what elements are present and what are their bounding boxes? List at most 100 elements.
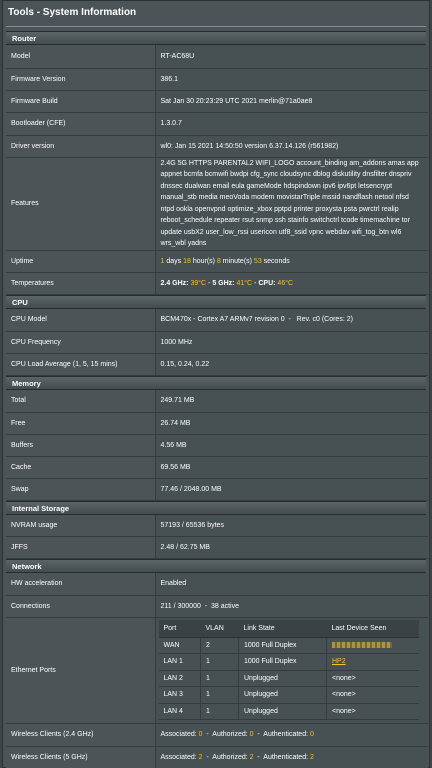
row-value: 77.46 / 2048.00 MB [155, 478, 428, 501]
port-vlan: 2 [200, 637, 239, 654]
port-name: LAN 4 [158, 703, 201, 720]
row-value: 249.71 MB [155, 390, 428, 413]
port-name: LAN 2 [158, 670, 201, 687]
features-value: 2.4G 5G HTTPS PARENTAL2 WIFI_LOGO accoun… [155, 157, 428, 251]
port-row: WAN 2 1000 Full Duplex [158, 637, 419, 654]
row-cpu-model: CPU Model BCM470x - Cortex A7 ARMv7 revi… [6, 308, 428, 332]
uptime-days-unit: days [164, 257, 184, 265]
port-device: <none> [326, 703, 419, 720]
wireless-5-value: Associated: 2 - Authorized: 2 - Authenti… [155, 746, 428, 768]
col-port: Port [158, 620, 201, 638]
row-mem-total: Total 249.71 MB [6, 390, 428, 413]
uptime-seconds-unit: seconds [261, 257, 290, 265]
row-value: BCM470x - Cortex A7 ARMv7 revision 0 - R… [155, 308, 428, 332]
connections-value: 211 / 300000 - 38 active [155, 595, 428, 618]
row-value: 386.1 [155, 68, 428, 91]
row-model: Model RT-AC68U [6, 45, 428, 69]
port-row: LAN 1 1 1000 Full Duplex HP2 [158, 653, 419, 671]
section-router-header: Router [6, 31, 426, 45]
uptime-minutes-unit: minute(s) [220, 257, 254, 265]
section-memory-header: Memory [6, 376, 426, 390]
temp-24-value: 39°C [190, 279, 207, 287]
port-state: Unplugged [238, 670, 327, 687]
row-value: Sat Jan 30 20:23:29 UTC 2021 merlin@71a0… [155, 90, 428, 113]
col-link-state: Link State [238, 620, 327, 638]
uptime-seconds: 53 [253, 257, 262, 265]
row-uptime: Uptime 1 days 18 hour(s) 8 minute(s) 53 … [6, 250, 428, 273]
col-vlan: VLAN [200, 620, 239, 638]
page-title: Tools - System Information [8, 7, 137, 18]
row-mem-swap: Swap 77.46 / 2048.00 MB [6, 478, 428, 501]
row-value: 2.48 / 62.75 MB [155, 536, 428, 559]
row-label: Cache [6, 456, 156, 479]
row-value: 1.3.0.7 [155, 112, 428, 136]
row-firmware-version: Firmware Version 386.1 [6, 68, 428, 91]
row-label: Free [6, 412, 156, 435]
auth-label: - Authorized: [202, 753, 250, 761]
row-value: wl0: Jan 15 2021 14:50:50 version 6.37.1… [155, 135, 428, 158]
port-state: 1000 Full Duplex [238, 653, 327, 671]
ethernet-ports-cell: Port VLAN Link State Last Device Seen WA… [155, 617, 428, 724]
row-mem-buffers: Buffers 4.56 MB [6, 434, 428, 457]
row-label: NVRAM usage [6, 514, 156, 537]
temp-24-label: 2.4 GHz: [160, 279, 189, 287]
port-state: 1000 Full Duplex [238, 637, 327, 654]
section-storage-header: Internal Storage [6, 500, 426, 515]
authn-label: - Authenticated: [253, 753, 310, 761]
row-value: RT-AC68U [155, 45, 428, 69]
port-row: LAN 4 1 Unplugged <none> [158, 703, 419, 720]
row-label: Firmware Build [6, 90, 156, 113]
row-label: CPU Load Average (1, 5, 15 mins) [6, 353, 156, 376]
port-vlan: 1 [200, 670, 239, 687]
port-state: Unplugged [238, 686, 327, 704]
cpu-table: CPU Model BCM470x - Cortex A7 ARMv7 revi… [6, 308, 428, 376]
ethernet-ports-table: Port VLAN Link State Last Device Seen WA… [158, 620, 419, 720]
port-name: LAN 1 [158, 653, 201, 671]
port-device [326, 637, 419, 654]
row-value: 26.74 MB [155, 412, 428, 435]
row-driver-version: Driver version wl0: Jan 15 2021 14:50:50… [6, 135, 428, 158]
assoc-label: Associated: [160, 731, 199, 738]
row-jffs: JFFS 2.48 / 62.75 MB [6, 536, 428, 559]
row-ethernet-ports: Ethernet Ports Port VLAN Link State Last… [6, 617, 428, 724]
row-wireless-24: Wireless Clients (2.4 GHz) Associated: 0… [6, 723, 428, 747]
row-label: Ethernet Ports [6, 617, 156, 724]
row-cpu-frequency: CPU Frequency 1000 MHz [6, 331, 428, 354]
port-vlan: 1 [200, 686, 239, 704]
row-label: Wireless Clients (2.4 GHz) [6, 723, 156, 747]
port-row: LAN 2 1 Unplugged <none> [158, 670, 419, 687]
row-label: Buffers [6, 434, 156, 457]
temperatures-value: 2.4 GHz: 39°C - 5 GHz: 41°C - CPU: 46°C [155, 272, 428, 295]
temp-cpu-value: 46°C [277, 279, 294, 287]
row-firmware-build: Firmware Build Sat Jan 30 20:23:29 UTC 2… [6, 90, 428, 113]
row-nvram: NVRAM usage 57193 / 65536 bytes [6, 514, 428, 537]
row-label: Bootloader (CFE) [6, 112, 156, 136]
temp-5-value: 41°C [236, 279, 253, 287]
row-value: 1000 MHz [155, 331, 428, 354]
row-label: Model [6, 45, 156, 69]
row-label: Wireless Clients (5 GHz) [6, 746, 156, 768]
temp-5-label: 5 GHz: [212, 279, 235, 287]
hw-acceleration-value: Enabled [155, 573, 428, 596]
row-features: Features 2.4G 5G HTTPS PARENTAL2 WIFI_LO… [6, 157, 428, 251]
system-info-page: Tools - System Information Router Model … [2, 0, 430, 768]
row-cpu-load: CPU Load Average (1, 5, 15 mins) 0.15, 0… [6, 353, 428, 376]
temp-cpu-label: CPU: [258, 279, 276, 287]
network-table: HW acceleration Enabled Connections 211 … [6, 573, 428, 768]
port-row: LAN 3 1 Unplugged <none> [158, 686, 419, 704]
port-name: WAN [158, 637, 201, 654]
title-divider [6, 26, 426, 27]
row-label: Firmware Version [6, 68, 156, 91]
row-mem-free: Free 26.74 MB [6, 412, 428, 435]
port-device: <none> [326, 686, 419, 704]
row-value: 57193 / 65536 bytes [155, 514, 428, 537]
row-label: Features [6, 157, 156, 251]
row-label: CPU Model [6, 308, 156, 332]
row-temperatures: Temperatures 2.4 GHz: 39°C - 5 GHz: 41°C… [6, 272, 428, 295]
port-name: LAN 3 [158, 686, 201, 704]
section-network-header: Network [6, 559, 426, 573]
device-link[interactable]: HP2 [332, 658, 346, 665]
wireless-24-value: Associated: 0 - Authorized: 0 - Authenti… [155, 723, 428, 747]
row-value: 4.56 MB [155, 434, 428, 457]
router-table: Model RT-AC68U Firmware Version 386.1 Fi… [6, 45, 428, 295]
